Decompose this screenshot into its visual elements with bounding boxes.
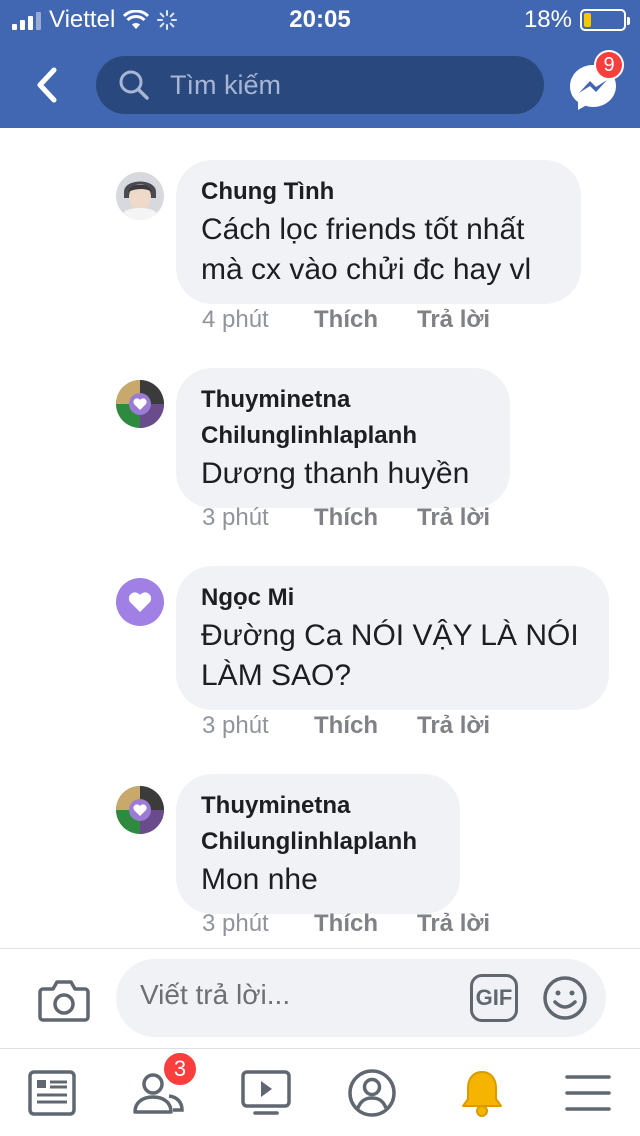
reply-placeholder: Viết trả lời... bbox=[140, 979, 291, 1010]
comment-author[interactable]: Ngọc Mi bbox=[201, 580, 585, 616]
search-input[interactable]: Tìm kiếm bbox=[96, 56, 544, 114]
comment-text: Đường Ca NÓI VẬY LÀ NÓI LÀM SAO? bbox=[201, 619, 579, 692]
tab-menu[interactable] bbox=[558, 1063, 618, 1123]
status-bar: Viettel 20:05 18% bbox=[0, 0, 640, 40]
like-link[interactable]: Thích bbox=[314, 910, 417, 938]
comment-time[interactable]: 3 phút bbox=[202, 910, 314, 938]
tab-news-feed[interactable] bbox=[22, 1063, 82, 1123]
chevron-left-icon bbox=[37, 67, 57, 103]
commenter-avatar[interactable] bbox=[116, 380, 164, 428]
collage-avatar-icon bbox=[116, 380, 164, 428]
comment-text: Mon nhe bbox=[201, 863, 318, 896]
comment-time[interactable]: 4 phút bbox=[202, 306, 314, 334]
emoji-button[interactable] bbox=[542, 975, 588, 1021]
back-button[interactable] bbox=[22, 60, 72, 110]
photo-avatar-icon bbox=[116, 172, 164, 220]
tab-profile[interactable] bbox=[342, 1063, 402, 1123]
comment-meta: 4 phút Thích Trả lời bbox=[202, 306, 490, 334]
camera-button[interactable] bbox=[38, 977, 90, 1023]
reply-link[interactable]: Trả lời bbox=[417, 910, 490, 938]
battery-percent: 18% bbox=[523, 6, 572, 33]
camera-icon bbox=[38, 980, 90, 1022]
comment-bubble[interactable]: Thuyminetna Chilunglinhlaplanh Mon nhe bbox=[176, 774, 460, 914]
search-placeholder: Tìm kiếm bbox=[170, 69, 281, 100]
reply-link[interactable]: Trả lời bbox=[417, 306, 490, 334]
tab-watch[interactable] bbox=[236, 1063, 296, 1123]
battery-icon bbox=[580, 9, 630, 31]
bell-icon bbox=[462, 1071, 502, 1117]
tab-friends[interactable]: 3 bbox=[128, 1051, 198, 1123]
commenter-avatar[interactable] bbox=[116, 172, 164, 220]
tab-notifications[interactable] bbox=[452, 1063, 512, 1123]
comment-list: Chung Tình Cách lọc friends tốt nhất mà … bbox=[0, 128, 640, 948]
comment-author[interactable]: Thuyminetna Chilunglinhlaplanh bbox=[201, 382, 486, 454]
commenter-avatar[interactable] bbox=[116, 786, 164, 834]
like-link[interactable]: Thích bbox=[314, 712, 417, 740]
search-icon bbox=[119, 70, 149, 100]
reply-input[interactable]: Viết trả lời... GIF bbox=[116, 959, 606, 1037]
comment-bubble[interactable]: Chung Tình Cách lọc friends tốt nhất mà … bbox=[176, 160, 581, 304]
comment-bubble[interactable]: Ngọc Mi Đường Ca NÓI VẬY LÀ NÓI LÀM SAO? bbox=[176, 566, 609, 710]
like-link[interactable]: Thích bbox=[314, 504, 417, 532]
watch-icon bbox=[241, 1070, 291, 1115]
comment-meta: 3 phút Thích Trả lời bbox=[202, 910, 490, 938]
top-nav-bar: Tìm kiếm 9 bbox=[0, 40, 640, 128]
reply-link[interactable]: Trả lời bbox=[417, 712, 490, 740]
smiley-icon bbox=[543, 976, 587, 1020]
collage-avatar-icon bbox=[116, 786, 164, 834]
comment-time[interactable]: 3 phút bbox=[202, 504, 314, 532]
menu-icon bbox=[565, 1075, 611, 1111]
commenter-avatar[interactable] bbox=[116, 578, 164, 626]
bottom-tab-bar: 3 bbox=[0, 1048, 640, 1136]
reply-link[interactable]: Trả lời bbox=[417, 504, 490, 532]
comment-time[interactable]: 3 phút bbox=[202, 712, 314, 740]
gif-button[interactable]: GIF bbox=[470, 974, 518, 1022]
messenger-button[interactable]: 9 bbox=[564, 50, 624, 114]
news-feed-icon bbox=[28, 1070, 76, 1116]
comment-meta: 3 phút Thích Trả lời bbox=[202, 712, 490, 740]
comment-bubble[interactable]: Thuyminetna Chilunglinhlaplanh Dương tha… bbox=[176, 368, 510, 508]
messenger-badge: 9 bbox=[594, 50, 624, 80]
comment-author[interactable]: Thuyminetna Chilunglinhlaplanh bbox=[201, 788, 436, 860]
purple-heart-avatar-icon bbox=[116, 578, 164, 626]
comment-meta: 3 phút Thích Trả lời bbox=[202, 504, 490, 532]
comment-text: Dương thanh huyền bbox=[201, 457, 470, 490]
friends-badge: 3 bbox=[162, 1051, 198, 1087]
reply-composer: Viết trả lời... GIF bbox=[0, 948, 640, 1048]
profile-icon bbox=[348, 1069, 396, 1117]
comment-author[interactable]: Chung Tình bbox=[201, 174, 557, 210]
like-link[interactable]: Thích bbox=[314, 306, 417, 334]
comment-text: Cách lọc friends tốt nhất mà cx vào chửi… bbox=[201, 213, 532, 286]
